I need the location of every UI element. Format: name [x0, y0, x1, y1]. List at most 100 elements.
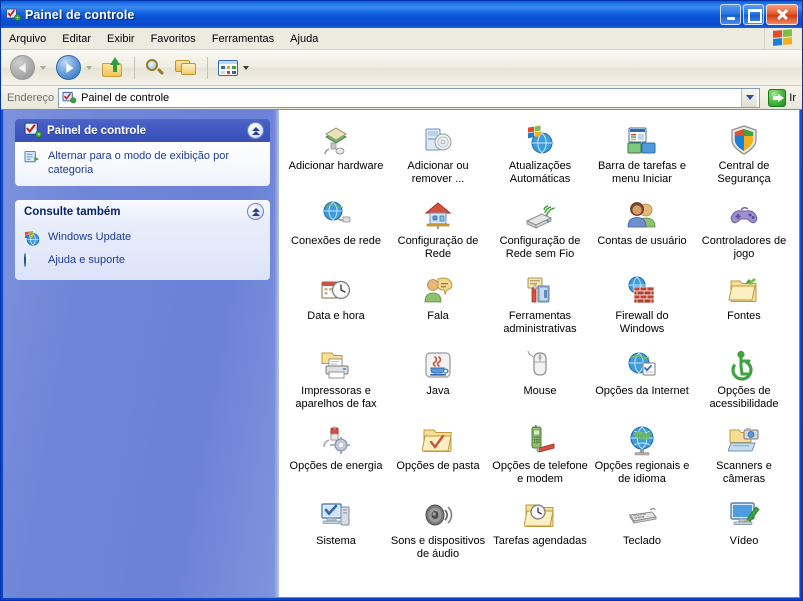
item-add-remove-programs[interactable]: Adicionar ou remover ...	[387, 118, 489, 191]
item-speech[interactable]: Fala	[387, 268, 489, 341]
item-label: Configuração de Rede sem Fio	[499, 235, 581, 260]
task-panel-see-also: Consulte também Windows Update ? Ajuda e…	[15, 200, 270, 280]
address-label: Endereço	[7, 91, 55, 104]
item-system[interactable]: Sistema	[285, 493, 387, 566]
item-label: Java	[426, 385, 450, 397]
see-also-title: Consulte também	[24, 205, 121, 218]
chevron-up-icon[interactable]	[247, 122, 264, 139]
address-input[interactable]: Painel de controle	[58, 87, 761, 108]
item-scheduled-tasks[interactable]: Tarefas agendadas	[489, 493, 591, 566]
menu-item-editar[interactable]: Editar	[54, 29, 99, 49]
item-windows-firewall[interactable]: Firewall do Windows	[591, 268, 693, 341]
accessibility-options-icon	[727, 348, 761, 382]
see-also-header[interactable]: Consulte também	[15, 200, 270, 223]
toolbar-separator-1	[134, 56, 135, 79]
task-panel-control-panel: Painel de controle Alternar para o modo …	[15, 119, 270, 186]
switch-to-category-view-link[interactable]: Alternar para o modo de exibição por cat…	[24, 149, 261, 177]
item-scanners-cameras[interactable]: Scanners e câmeras	[693, 418, 795, 491]
item-mouse[interactable]: Mouse	[489, 343, 591, 416]
menu-item-ferramentas[interactable]: Ferramentas	[204, 29, 282, 49]
address-dropdown-button[interactable]	[741, 88, 758, 107]
item-label: Teclado	[623, 535, 661, 547]
item-accessibility-options[interactable]: Opções de acessibilidade	[693, 343, 795, 416]
up-folder-icon	[102, 56, 124, 78]
internet-options-icon	[625, 348, 659, 382]
item-label: Opções de telefone e modem	[492, 460, 588, 485]
item-regional-language-options[interactable]: Opções regionais e de idioma	[591, 418, 693, 491]
address-bar: Endereço Painel de controle Ir	[1, 86, 802, 110]
item-phone-modem-options[interactable]: Opções de telefone e modem	[489, 418, 591, 491]
item-internet-options[interactable]: Opções da Internet	[591, 343, 693, 416]
control-panel-icon	[5, 7, 21, 23]
windows-update-link[interactable]: Windows Update	[24, 230, 261, 247]
folder-options-icon	[421, 423, 455, 457]
item-network-setup[interactable]: Configuração de Rede	[387, 193, 489, 266]
power-options-icon	[319, 423, 353, 457]
up-button[interactable]	[97, 53, 129, 83]
see-also-body: Windows Update Ajuda e suporte	[15, 223, 270, 280]
scanners-cameras-icon	[727, 423, 761, 457]
control-panel-window: Painel de controle Arquivo Editar Exibir…	[0, 0, 803, 601]
game-controllers-icon	[727, 198, 761, 232]
address-value: Painel de controle	[81, 91, 170, 104]
item-power-options[interactable]: Opções de energia	[285, 418, 387, 491]
forward-dropdown-icon[interactable]	[86, 65, 92, 70]
item-game-controllers[interactable]: Controladores de jogo	[693, 193, 795, 266]
item-sounds-audio-devices[interactable]: Sons e dispositivos de áudio	[387, 493, 489, 566]
item-label: Central de Segurança	[717, 160, 771, 185]
item-taskbar-startmenu[interactable]: Barra de tarefas e menu Iniciar	[591, 118, 693, 191]
item-label: Scanners e câmeras	[716, 460, 772, 485]
task-panel-body: Alternar para o modo de exibição por cat…	[15, 142, 270, 186]
maximize-button[interactable]	[743, 4, 764, 25]
item-label: Opções da Internet	[595, 385, 689, 397]
minimize-button[interactable]	[720, 4, 741, 25]
item-label: Adicionar hardware	[288, 160, 384, 172]
item-wireless-network-setup[interactable]: Configuração de Rede sem Fio	[489, 193, 591, 266]
views-button[interactable]	[213, 53, 254, 83]
mouse-icon	[523, 348, 557, 382]
item-fonts[interactable]: Fontes	[693, 268, 795, 341]
task-panel-header[interactable]: Painel de controle	[15, 119, 270, 142]
go-button[interactable]: Ir	[764, 87, 800, 109]
item-security-center[interactable]: Central de Segurança	[693, 118, 795, 191]
menu-item-exibir[interactable]: Exibir	[99, 29, 143, 49]
item-display[interactable]: Vídeo	[693, 493, 795, 566]
item-add-hardware[interactable]: Adicionar hardware	[285, 118, 387, 191]
sounds-audio-devices-icon	[421, 498, 455, 532]
item-automatic-updates[interactable]: Atualizações Automáticas	[489, 118, 591, 191]
help-support-link[interactable]: Ajuda e suporte	[24, 253, 261, 271]
display-icon	[727, 498, 761, 532]
search-button[interactable]	[140, 53, 170, 83]
item-administrative-tools[interactable]: Ferramentas administrativas	[489, 268, 591, 341]
back-dropdown-icon[interactable]	[40, 65, 46, 70]
control-panel-items: Adicionar hardware Adicionar ou remover …	[279, 110, 799, 597]
task-pane: Painel de controle Alternar para o modo …	[4, 110, 279, 597]
add-hardware-icon	[319, 123, 353, 157]
item-label: Opções de pasta	[396, 460, 480, 472]
item-label: Ferramentas administrativas	[503, 310, 577, 335]
item-keyboard[interactable]: Teclado	[591, 493, 693, 566]
item-date-time[interactable]: Data e hora	[285, 268, 387, 341]
menu-bar: Arquivo Editar Exibir Favoritos Ferramen…	[1, 28, 802, 50]
item-user-accounts[interactable]: Contas de usuário	[591, 193, 693, 266]
menu-item-arquivo[interactable]: Arquivo	[1, 29, 54, 49]
item-label: Opções de acessibilidade	[709, 385, 779, 410]
item-network-connections[interactable]: Conexões de rede	[285, 193, 387, 266]
item-label: Configuração de Rede	[397, 235, 479, 260]
menu-item-favoritos[interactable]: Favoritos	[143, 29, 204, 49]
chevron-up-icon[interactable]	[247, 203, 264, 220]
network-setup-icon	[421, 198, 455, 232]
item-java[interactable]: Java	[387, 343, 489, 416]
toolbar-separator-2	[207, 56, 208, 79]
back-button[interactable]	[5, 53, 51, 83]
item-folder-options[interactable]: Opções de pasta	[387, 418, 489, 491]
folders-button[interactable]	[170, 53, 202, 83]
menu-item-ajuda[interactable]: Ajuda	[282, 29, 326, 49]
forward-button[interactable]	[51, 53, 97, 83]
close-button[interactable]	[766, 4, 798, 25]
keyboard-icon	[625, 498, 659, 532]
item-printers-faxes[interactable]: Impressoras e aparelhos de fax	[285, 343, 387, 416]
views-icon	[218, 59, 238, 76]
views-dropdown-icon[interactable]	[243, 65, 249, 70]
taskbar-startmenu-icon	[625, 123, 659, 157]
